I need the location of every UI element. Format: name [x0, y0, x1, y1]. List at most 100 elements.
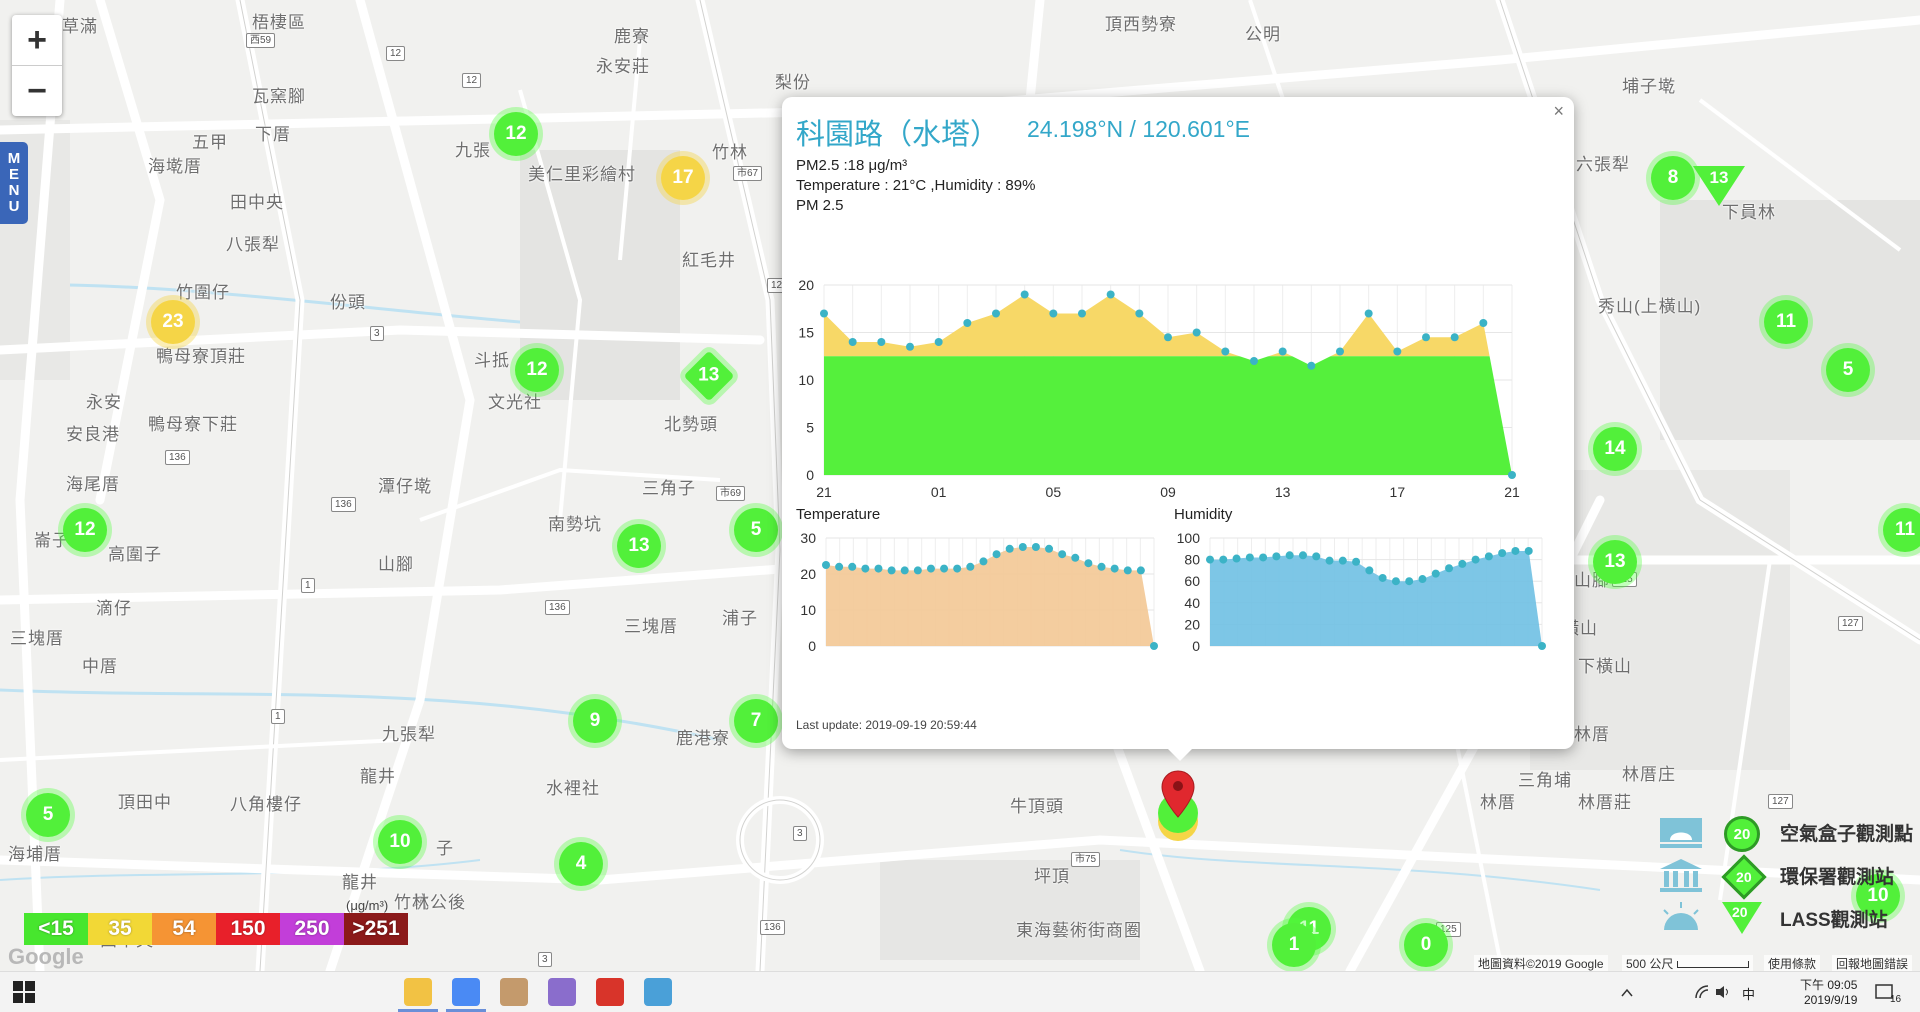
- marker-value: 13: [628, 535, 650, 556]
- file-explorer-icon[interactable]: [404, 978, 432, 1006]
- data-point: [934, 338, 943, 346]
- marker-value: 9: [589, 710, 601, 731]
- data-point: [1391, 577, 1400, 586]
- place-label: 八角樓仔: [230, 795, 302, 814]
- popup-close-button[interactable]: ×: [1553, 101, 1564, 122]
- data-point: [877, 338, 886, 346]
- google-logo: Google: [8, 944, 84, 969]
- sketchup-icon[interactable]: [596, 978, 624, 1006]
- network-icon[interactable]: [1694, 984, 1710, 1000]
- taskbar-date[interactable]: 2019/9/19: [1804, 993, 1857, 1007]
- marker-value: 5: [750, 519, 762, 540]
- windows-start-icon[interactable]: [12, 980, 36, 1004]
- selected-sensor-marker[interactable]: [1158, 770, 1198, 841]
- airbox-marker[interactable]: 13: [617, 524, 661, 568]
- airbox-marker[interactable]: 14: [1593, 427, 1637, 471]
- airbox-marker[interactable]: 10: [378, 820, 422, 864]
- y-tick-label: 0: [806, 467, 814, 483]
- y-tick-label: 60: [1184, 573, 1200, 589]
- data-point: [1164, 333, 1172, 342]
- aqi-scale-segment: 54: [152, 913, 216, 945]
- data-point: [1110, 564, 1119, 573]
- place-label: 田中央: [230, 193, 284, 212]
- notepad-icon[interactable]: [644, 978, 672, 1006]
- tray-overflow-icon[interactable]: [1620, 986, 1634, 1000]
- x-tick-label: 09: [1160, 484, 1176, 500]
- airbox-marker[interactable]: 4: [559, 842, 603, 886]
- place-label: 埔子墘: [1622, 77, 1676, 96]
- terms-link[interactable]: 使用條款: [1764, 955, 1821, 971]
- place-label: 永安: [86, 393, 122, 412]
- airbox-marker[interactable]: 11: [1883, 508, 1920, 552]
- paint-brush-icon[interactable]: [500, 978, 528, 1006]
- data-point: [966, 562, 975, 571]
- marker-value: 23: [162, 311, 184, 332]
- zoom-in-button[interactable]: +: [12, 15, 62, 65]
- airbox-marker[interactable]: 13: [1593, 540, 1637, 584]
- y-tick-label: 40: [1184, 595, 1200, 611]
- place-label: 滴仔: [96, 599, 132, 618]
- humidity-chart: 0 20 40 60 80 100: [1177, 530, 1546, 654]
- aqi-scale-segment: 150: [216, 913, 280, 945]
- place-label: 八張犁: [226, 235, 280, 254]
- data-point: [906, 342, 914, 351]
- mouse-icon[interactable]: [548, 978, 576, 1006]
- place-label: 海墘厝: [148, 157, 202, 176]
- place-label: 斗抵: [474, 351, 510, 370]
- airbox-marker[interactable]: 7: [734, 699, 778, 743]
- data-point: [1378, 573, 1387, 582]
- y-tick-label: 0: [808, 638, 816, 654]
- airbox-marker[interactable]: 9: [573, 699, 617, 743]
- map-canvas[interactable]: 草滿 梧棲區 鹿寮 頂西勢寮 公明 永安莊 瓦窯腳 梨份 埔子墘 五甲 下厝 九張 竹林 美仁里彩繪村 海墘…: [0, 0, 1920, 971]
- airbox-marker[interactable]: 23: [151, 300, 195, 344]
- data-point: [1484, 552, 1493, 561]
- road-shield: 136: [545, 600, 570, 615]
- airbox-marker[interactable]: 12: [515, 348, 559, 392]
- place-label: 三塊厝: [624, 617, 678, 636]
- temperature-chart: 0 10 20 30: [800, 530, 1158, 654]
- airbox-marker[interactable]: 8: [1651, 156, 1695, 200]
- airbox-marker[interactable]: 0: [1404, 923, 1448, 967]
- map-pin-icon: [1161, 770, 1195, 818]
- data-point: [1031, 543, 1040, 551]
- data-point: [953, 564, 962, 573]
- airbox-marker[interactable]: 11: [1764, 300, 1808, 344]
- y-tick-label: 10: [798, 372, 814, 388]
- zoom-out-button[interactable]: −: [12, 65, 62, 116]
- place-label: 潭仔墘: [378, 477, 432, 496]
- airbox-marker[interactable]: 1: [1272, 923, 1316, 967]
- place-label: 鹿港寮: [676, 729, 730, 748]
- data-point: [848, 562, 857, 571]
- airbox-marker[interactable]: 5: [1826, 348, 1870, 392]
- pm25-chart-title: PM 2.5: [796, 197, 844, 214]
- place-label: 梨份: [775, 73, 811, 92]
- place-label: 子: [436, 839, 454, 858]
- taskbar-time[interactable]: 下午 09:05: [1800, 976, 1857, 993]
- data-point: [1272, 552, 1281, 561]
- data-point: [822, 561, 830, 569]
- lass-station-marker[interactable]: 13: [1693, 166, 1745, 206]
- chrome-icon[interactable]: [452, 978, 480, 1006]
- data-point: [1278, 347, 1287, 356]
- airbox-marker[interactable]: 12: [494, 112, 538, 156]
- place-label: 海埔厝: [8, 845, 62, 864]
- place-label: 安良港: [66, 425, 120, 444]
- menu-tab[interactable]: M E N U: [0, 142, 28, 224]
- data-point: [1135, 309, 1144, 318]
- place-label: 高圍子: [108, 545, 162, 564]
- volume-icon[interactable]: [1714, 984, 1732, 1000]
- y-tick-label: 100: [1177, 530, 1201, 546]
- zoom-control: + −: [12, 15, 62, 116]
- station-legend: 20 空氣盒子觀測點 20 環保署觀測站 20 LASS觀測站: [1658, 812, 1920, 942]
- airbox-marker[interactable]: 5: [26, 793, 70, 837]
- place-label: 坪頂: [1034, 867, 1070, 886]
- airbox-marker[interactable]: 12: [63, 508, 107, 552]
- data-point: [992, 550, 1001, 559]
- marker-value: 13: [1709, 168, 1729, 187]
- data-point: [1338, 556, 1347, 565]
- report-map-error-link[interactable]: 回報地圖錯誤: [1832, 955, 1913, 971]
- ime-indicator[interactable]: 中: [1742, 984, 1755, 1003]
- x-tick-label: 05: [1046, 484, 1062, 500]
- airbox-marker[interactable]: 5: [734, 508, 778, 552]
- airbox-marker[interactable]: 17: [661, 156, 705, 200]
